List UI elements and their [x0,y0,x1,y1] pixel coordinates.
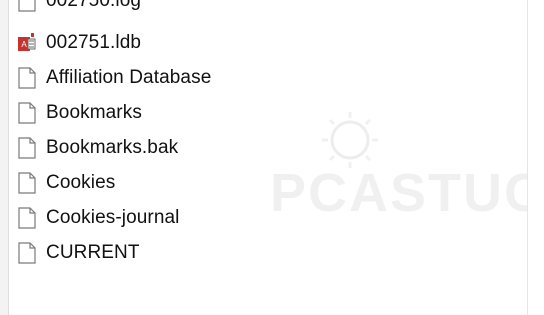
file-name: Cookies [46,172,116,193]
file-name: Bookmarks.bak [46,137,179,158]
generic-file-icon [18,207,36,229]
window-right-edge [527,0,544,315]
file-row[interactable]: A 002751.ldb [8,26,528,60]
file-name: 002751.ldb [46,32,142,53]
file-row[interactable]: Cookies [8,166,528,200]
generic-file-icon [18,242,36,264]
file-name: CURRENT [46,242,140,263]
file-name: 002750.log [46,0,142,11]
file-row[interactable]: 002750.log [8,0,528,18]
access-db-icon: A [18,32,36,54]
file-name: Affiliation Database [46,67,212,88]
file-row[interactable]: CURRENT [8,236,528,270]
generic-file-icon [18,67,36,89]
generic-file-icon [18,137,36,159]
generic-file-icon [18,0,36,12]
file-row[interactable]: Affiliation Database [8,61,528,95]
file-list: 002750.log A 002751.ldb Affiliation Data… [8,0,528,315]
generic-file-icon [18,102,36,124]
svg-text:A: A [21,40,27,49]
generic-file-icon [18,172,36,194]
file-row[interactable]: Bookmarks [8,96,528,130]
file-name: Bookmarks [46,102,142,123]
file-name: Cookies-journal [46,207,180,228]
file-row[interactable]: Cookies-journal [8,201,528,235]
file-row[interactable]: Bookmarks.bak [8,131,528,165]
